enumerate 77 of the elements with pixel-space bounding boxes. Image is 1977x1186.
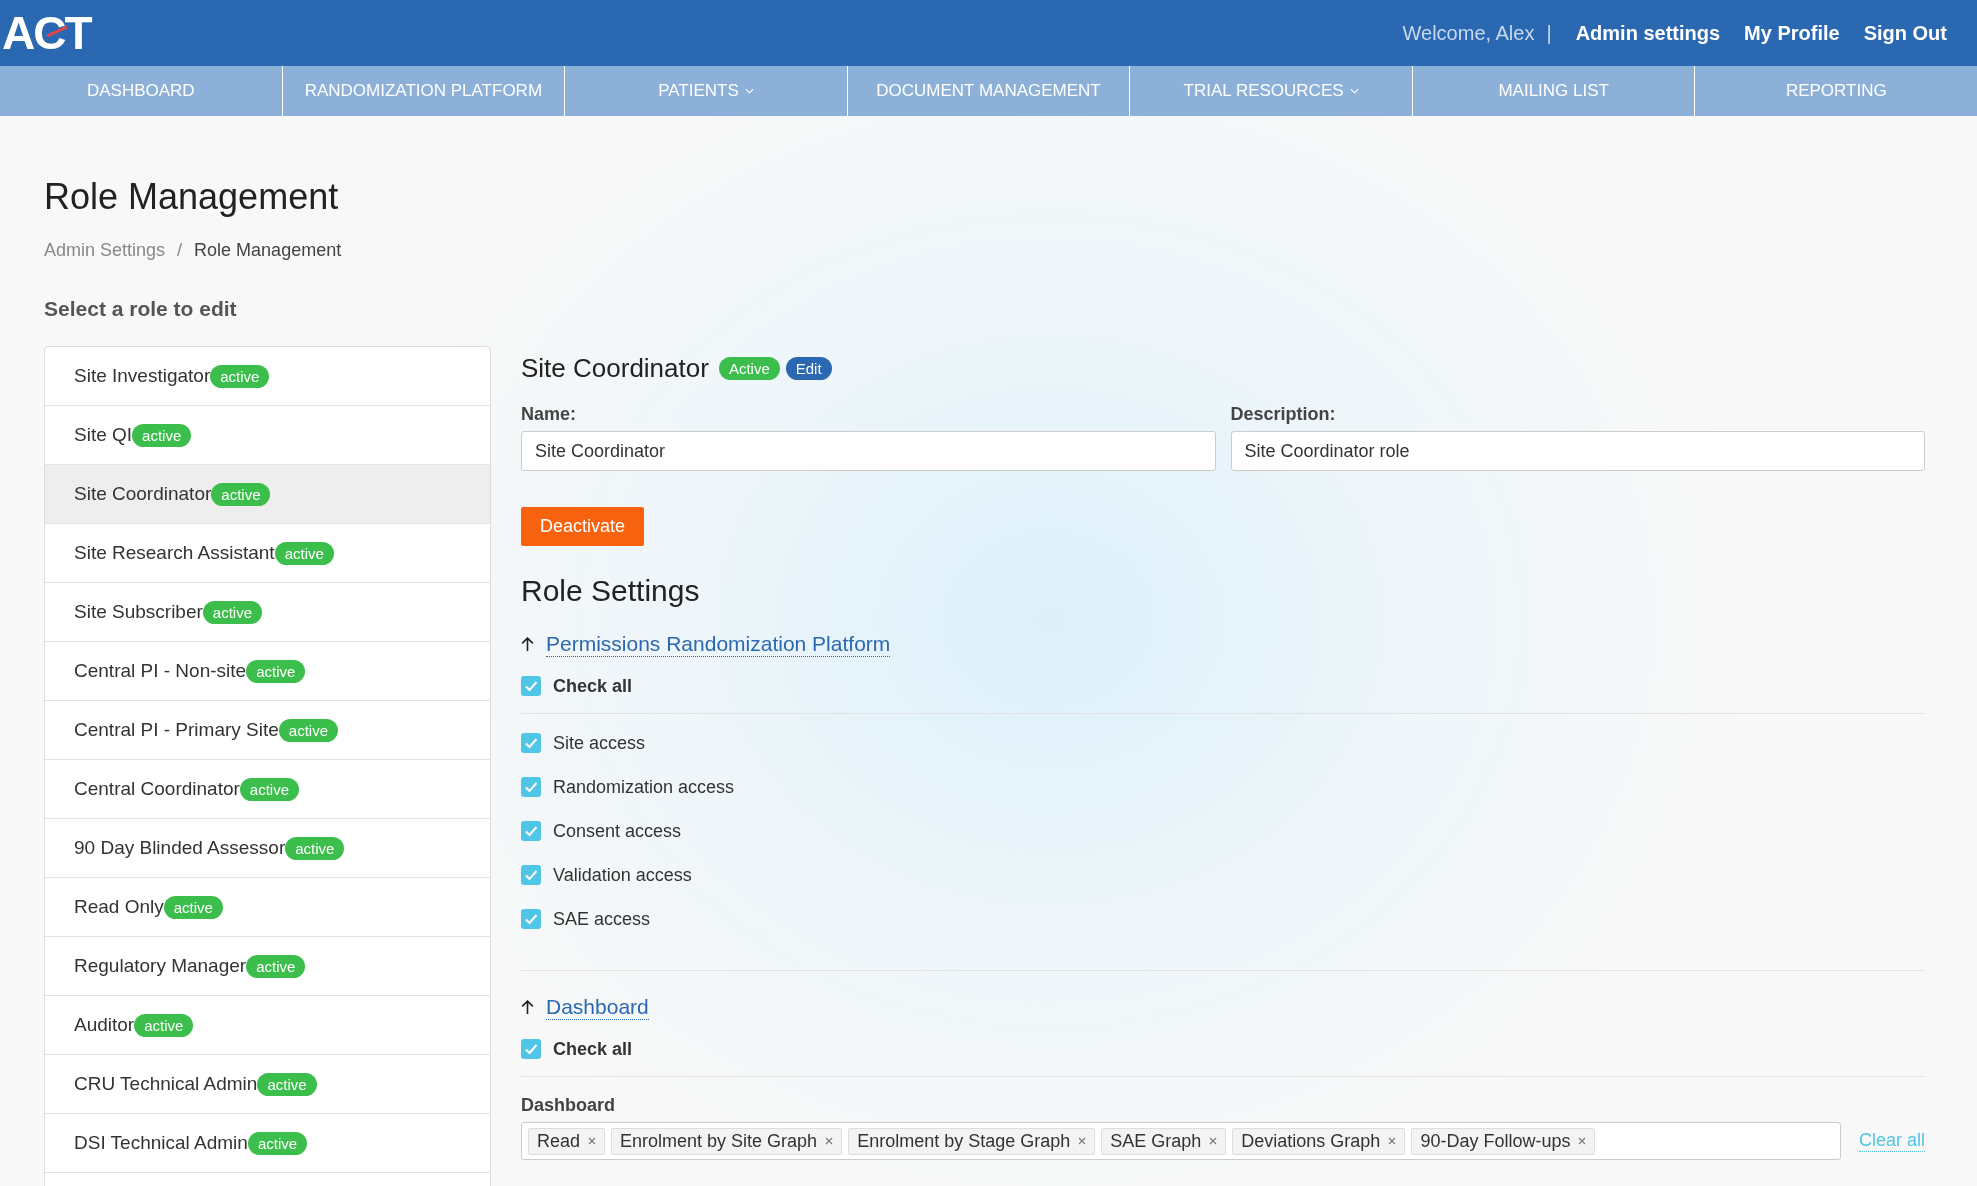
status-badge: active	[211, 482, 271, 506]
checkbox[interactable]	[521, 821, 541, 841]
section-heading: Select a role to edit	[44, 297, 238, 321]
role-item[interactable]: Site Coordinator active	[45, 465, 490, 524]
checkbox[interactable]	[521, 777, 541, 797]
status-badge: active	[210, 364, 270, 388]
checkbox[interactable]	[521, 865, 541, 885]
checkbox-label: Consent access	[553, 820, 682, 842]
breadcrumb-separator: /	[177, 240, 183, 261]
remove-icon[interactable]	[1078, 1137, 1087, 1145]
status-badge: active	[239, 777, 299, 801]
role-item[interactable]: 90 Day Blinded Assessor active	[45, 819, 490, 878]
status-badge: Active	[718, 357, 780, 380]
status-badge: active	[247, 1131, 308, 1155]
role-item[interactable]: Auditor active	[45, 996, 490, 1055]
role-title: Site Coordinator	[521, 353, 709, 384]
remove-icon[interactable]	[1388, 1137, 1397, 1145]
checkbox[interactable]	[521, 1039, 541, 1059]
checkbox-label: Randomization access	[553, 776, 735, 798]
checkbox-label: Check all	[553, 675, 633, 697]
status-badge: active	[132, 423, 192, 447]
checkbox-label: Site access	[553, 732, 646, 754]
section-link[interactable]: Permissions Randomization Platform	[546, 632, 891, 657]
role-item[interactable]: Central Coordinator active	[45, 760, 490, 819]
section-link[interactable]: Dashboard	[546, 995, 649, 1020]
role-item[interactable]: CRU Technical Admin active	[45, 1055, 490, 1114]
breadcrumb-current: Role Management	[194, 240, 342, 261]
field-label: Description:	[1230, 404, 1337, 425]
role-item[interactable]: Central PI - Primary Site active	[45, 701, 490, 760]
header-link[interactable]: My Profile	[1744, 21, 1840, 45]
remove-icon[interactable]	[1209, 1137, 1218, 1145]
status-badge: active	[274, 541, 334, 565]
remove-icon[interactable]	[1578, 1137, 1587, 1145]
edit-button[interactable]: Edit	[785, 357, 832, 380]
status-badge: active	[285, 836, 345, 860]
status-badge: active	[278, 718, 338, 742]
header-link[interactable]: Admin settings	[1575, 21, 1721, 45]
tag-chip: Enrolment by Site Graph	[611, 1127, 843, 1155]
role-item[interactable]: Site Research Assistant active	[45, 524, 490, 583]
name-field[interactable]: Site Coordinator	[521, 431, 1216, 471]
section-heading: Role Settings	[521, 574, 701, 608]
checkbox-label: Validation access	[553, 864, 692, 886]
status-badge: active	[134, 1013, 194, 1037]
role-item[interactable]: Central PI - Non-site active	[45, 642, 490, 701]
checkbox-label: SAE access	[553, 908, 651, 930]
logo[interactable]: ACT	[0, 10, 91, 56]
remove-icon[interactable]	[588, 1137, 597, 1145]
status-badge: active	[202, 600, 263, 624]
tag-chip: Read	[528, 1127, 606, 1155]
checkbox[interactable]	[521, 733, 541, 753]
field-label: Dashboard	[521, 1095, 617, 1116]
status-badge: active	[246, 954, 306, 978]
tag-chip: 90-Day Follow-ups	[1411, 1127, 1596, 1155]
checkbox[interactable]	[521, 676, 541, 696]
tag-chip: SAE Graph	[1101, 1127, 1227, 1155]
status-badge: active	[163, 895, 223, 919]
welcome-text: Welcome, Alex	[1402, 21, 1535, 45]
checkbox[interactable]	[521, 909, 541, 929]
header-link[interactable]: Sign Out	[1863, 21, 1947, 45]
page-title: Role Management	[44, 176, 340, 218]
role-item[interactable]: Regulatory Manager active	[45, 937, 490, 996]
tag-chip: Deviations Graph	[1232, 1127, 1406, 1155]
tag-select-field[interactable]: Read Enrolment by Site Graph Enrolment by Stage Graph SAE Graph Deviations Graph 90-Day Follow-ups	[521, 1122, 1841, 1160]
checkbox-label: Check all	[553, 1038, 633, 1060]
role-item[interactable]: DSI Technical Admin active	[45, 1114, 490, 1173]
separator: |	[1546, 21, 1552, 45]
description-field[interactable]: Site Coordinator role	[1230, 431, 1925, 471]
status-badge: active	[246, 659, 306, 683]
role-item[interactable]: Read Only active	[45, 878, 490, 937]
status-badge: active	[257, 1072, 317, 1096]
remove-icon[interactable]	[825, 1137, 834, 1145]
arrow-up-icon[interactable]	[521, 1000, 534, 1015]
field-label: Name:	[521, 404, 578, 425]
tag-chip: Enrolment by Stage Graph	[848, 1127, 1096, 1155]
role-item[interactable]: Site Subscriber active	[45, 583, 490, 642]
role-item[interactable]: Site Investigator active	[45, 347, 490, 406]
arrow-up-icon[interactable]	[521, 637, 534, 652]
